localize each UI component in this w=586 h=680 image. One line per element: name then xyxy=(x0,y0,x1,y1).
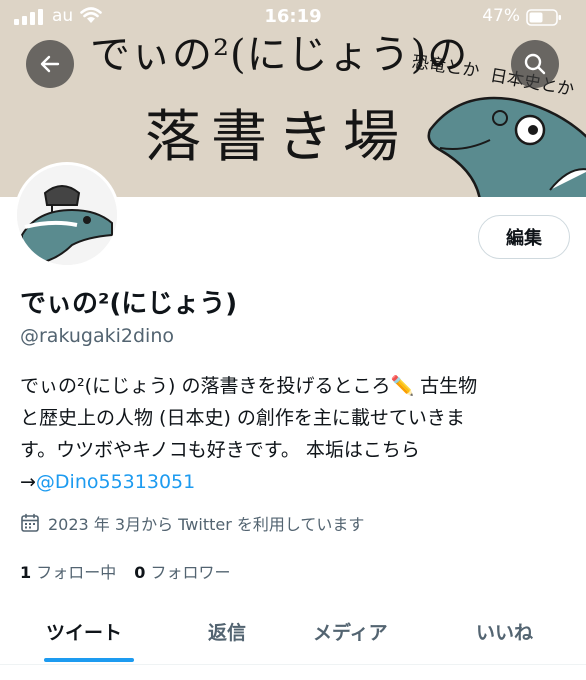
joined-date: 2023 年 3月から Twitter を利用しています xyxy=(20,511,364,535)
followers-link[interactable]: 0 フォロワー xyxy=(134,563,230,582)
status-bar: au 16:19 47% xyxy=(0,0,586,34)
bio-line: と歴史上の人物 (日本史) の創作を主に載せていきま xyxy=(20,407,465,429)
follow-stats: 1 フォロー中 0 フォロワー xyxy=(20,559,231,583)
user-handle: @rakugaki2dino xyxy=(20,325,174,347)
profile-bio: でぃの²(にじょう) の落書きを投げるところ✏️ 古生物 と歴史上の人物 (日本… xyxy=(20,370,570,498)
avatar[interactable] xyxy=(14,162,120,268)
followers-count: 0 xyxy=(134,563,146,582)
back-button[interactable] xyxy=(26,40,74,88)
bio-arrow: → xyxy=(20,471,36,493)
following-label: フォロー中 xyxy=(36,563,117,582)
joined-text: 2023 年 3月から Twitter を利用しています xyxy=(48,515,365,534)
banner-title-line2: 落書き場 xyxy=(145,105,409,170)
bio-mention-link[interactable]: @Dino55313051 xyxy=(36,471,195,493)
bio-line: す。ウツボやキノコも好きです。 本垢はこちら xyxy=(20,439,420,461)
tab-replies[interactable]: 返信 xyxy=(208,618,246,645)
search-button[interactable] xyxy=(511,40,559,88)
profile-tabs: ツイート 返信 メディア いいね xyxy=(0,600,586,665)
display-name: でぃの²(にじょう) xyxy=(20,289,238,319)
calendar-icon xyxy=(21,513,39,532)
tab-tweets[interactable]: ツイート xyxy=(46,618,122,645)
tab-media[interactable]: メディア xyxy=(313,618,388,645)
search-icon xyxy=(524,53,546,75)
dinosaur-avatar-illustration xyxy=(17,165,117,265)
dinosaur-illustration xyxy=(427,96,586,197)
edit-profile-button[interactable]: 編集 xyxy=(478,215,570,259)
following-count: 1 xyxy=(20,563,32,582)
active-tab-indicator xyxy=(44,658,134,662)
followers-label: フォロワー xyxy=(150,563,231,582)
bio-line-link: →@Dino55313051 xyxy=(20,466,570,498)
battery-percent: 47% xyxy=(482,6,520,26)
bio-line: でぃの²(にじょう) の落書きを投げるところ✏️ 古生物 xyxy=(20,375,478,397)
tab-likes[interactable]: いいね xyxy=(476,618,533,645)
following-link[interactable]: 1 フォロー中 xyxy=(20,563,116,582)
battery-icon xyxy=(526,9,561,26)
arrow-left-icon xyxy=(40,55,60,73)
